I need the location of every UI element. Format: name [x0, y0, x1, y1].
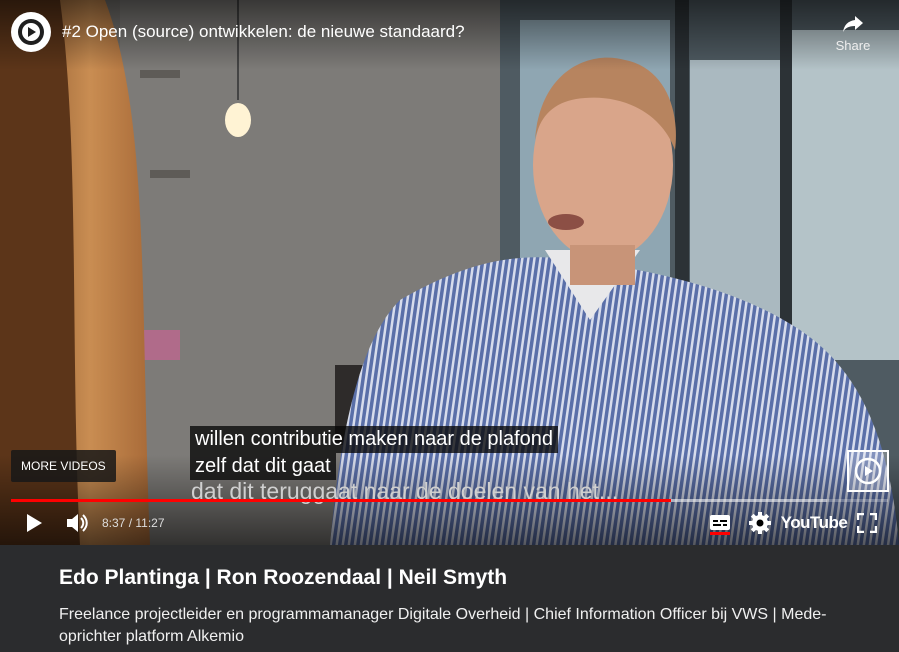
- control-bar: 8:37 / 11:27 YouTube: [0, 505, 899, 541]
- volume-button[interactable]: [62, 505, 92, 541]
- subtitles-icon: [710, 515, 730, 535]
- progress-played: [11, 499, 672, 502]
- play-button[interactable]: [18, 505, 50, 541]
- share-icon: [843, 16, 863, 32]
- channel-watermark[interactable]: [847, 450, 889, 492]
- youtube-logo: YouTube: [780, 513, 848, 532]
- share-button[interactable]: Share: [831, 14, 875, 53]
- video-title[interactable]: #2 Open (source) ontwikkelen: de nieuwe …: [62, 22, 465, 42]
- settings-button[interactable]: [744, 505, 776, 541]
- share-label: Share: [835, 38, 871, 53]
- settings-icon: [749, 512, 771, 534]
- play-icon: [27, 514, 42, 532]
- more-videos-button[interactable]: MORE VIDEOS: [11, 450, 116, 482]
- time-display: 8:37 / 11:27: [102, 516, 165, 530]
- speakers-description: Freelance projectleider en programmamana…: [59, 606, 827, 645]
- youtube-logo-button[interactable]: YouTube: [781, 505, 848, 541]
- caption-line-1: willen contributie maken naar de plafond: [190, 426, 558, 453]
- subtitles-button[interactable]: [704, 505, 736, 541]
- video-info: Edo Plantinga | Ron Roozendaal | Neil Sm…: [0, 545, 899, 652]
- channel-watermark-icon: [854, 457, 882, 485]
- progress-bar[interactable]: [11, 499, 888, 502]
- time-current: 8:37: [102, 516, 126, 530]
- fullscreen-button[interactable]: [852, 505, 882, 541]
- speakers-title: Edo Plantinga | Ron Roozendaal | Neil Sm…: [59, 566, 508, 589]
- video-player[interactable]: #2 Open (source) ontwikkelen: de nieuwe …: [0, 0, 899, 545]
- volume-icon: [67, 514, 88, 532]
- fullscreen-icon: [857, 513, 877, 533]
- channel-logo-icon: [18, 19, 44, 45]
- time-separator: /: [125, 516, 136, 530]
- channel-avatar[interactable]: [11, 12, 51, 52]
- time-total: 11:27: [135, 516, 165, 530]
